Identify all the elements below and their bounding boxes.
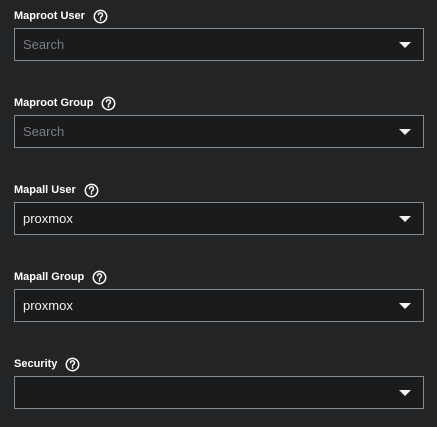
mapall-group-label-row: Mapall Group bbox=[14, 268, 424, 286]
maproot-user-label: Maproot User bbox=[14, 10, 85, 22]
maproot-user-label-row: Maproot User bbox=[14, 7, 424, 25]
caret-down-icon bbox=[399, 390, 411, 396]
maproot-user-placeholder: Search bbox=[23, 37, 65, 52]
maproot-group-select[interactable]: Search bbox=[14, 115, 424, 148]
security-field: Security bbox=[14, 355, 424, 409]
mapall-user-field: Mapall User proxmox bbox=[14, 181, 424, 235]
question-circle-icon[interactable] bbox=[65, 357, 80, 372]
maproot-group-field: Maproot Group Search bbox=[14, 94, 424, 148]
question-circle-icon[interactable] bbox=[84, 183, 99, 198]
question-circle-icon[interactable] bbox=[93, 9, 108, 24]
mapall-group-label: Mapall Group bbox=[14, 271, 85, 283]
caret-down-icon bbox=[399, 216, 411, 222]
maproot-group-label: Maproot Group bbox=[14, 97, 94, 109]
maproot-user-field: Maproot User Search bbox=[14, 7, 424, 61]
mapall-user-value: proxmox bbox=[23, 211, 73, 226]
mapall-group-select[interactable]: proxmox bbox=[14, 289, 424, 322]
mapall-group-value: proxmox bbox=[23, 298, 73, 313]
question-circle-icon[interactable] bbox=[92, 270, 107, 285]
security-select[interactable] bbox=[14, 376, 424, 409]
maproot-group-label-row: Maproot Group bbox=[14, 94, 424, 112]
maproot-group-placeholder: Search bbox=[23, 124, 65, 139]
caret-down-icon bbox=[399, 303, 411, 309]
security-label-row: Security bbox=[14, 355, 424, 373]
mapall-user-label: Mapall User bbox=[14, 184, 76, 196]
caret-down-icon bbox=[399, 129, 411, 135]
mapall-user-label-row: Mapall User bbox=[14, 181, 424, 199]
nfs-mapping-form: Maproot User Search Maproot Group Search… bbox=[0, 0, 437, 427]
question-circle-icon[interactable] bbox=[101, 96, 116, 111]
maproot-user-select[interactable]: Search bbox=[14, 28, 424, 61]
mapall-user-select[interactable]: proxmox bbox=[14, 202, 424, 235]
security-label: Security bbox=[14, 358, 58, 370]
mapall-group-field: Mapall Group proxmox bbox=[14, 268, 424, 322]
caret-down-icon bbox=[399, 42, 411, 48]
